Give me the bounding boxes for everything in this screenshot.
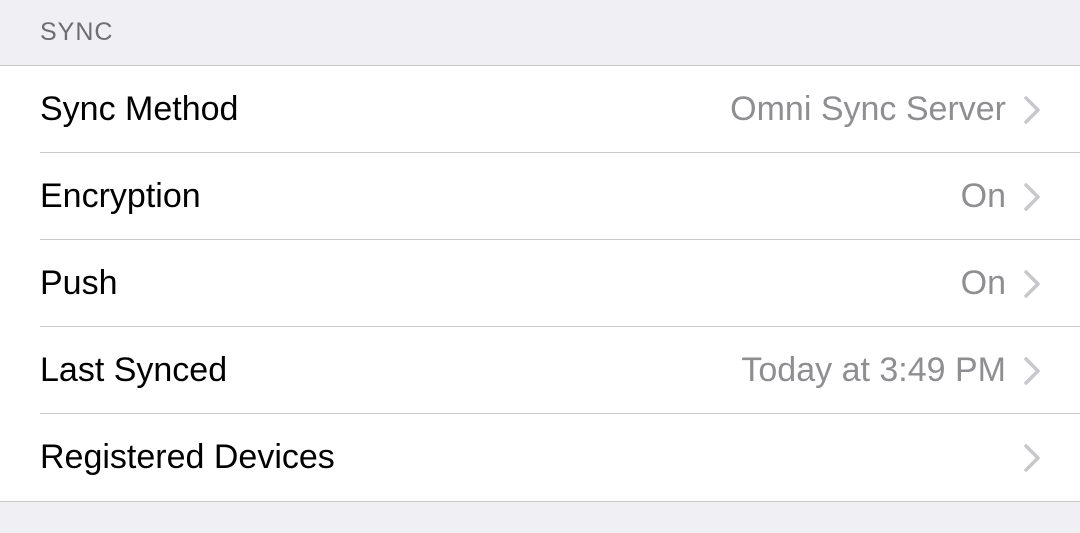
chevron-right-icon	[1024, 357, 1040, 385]
chevron-right-icon	[1024, 183, 1040, 211]
row-label: Registered Devices	[40, 438, 1006, 477]
row-label: Last Synced	[40, 351, 741, 390]
row-registered-devices[interactable]: Registered Devices	[0, 414, 1080, 501]
row-encryption[interactable]: Encryption On	[0, 153, 1080, 240]
chevron-right-icon	[1024, 444, 1040, 472]
section-header-sync: SYNC	[0, 0, 1080, 65]
row-label: Push	[40, 264, 961, 303]
settings-list-sync: Sync Method Omni Sync Server Encryption …	[0, 65, 1080, 502]
row-label: Encryption	[40, 177, 961, 216]
row-value: Today at 3:49 PM	[741, 351, 1006, 390]
row-push[interactable]: Push On	[0, 240, 1080, 327]
chevron-right-icon	[1024, 96, 1040, 124]
row-label: Sync Method	[40, 90, 730, 129]
section-title: SYNC	[40, 18, 113, 46]
row-last-synced[interactable]: Last Synced Today at 3:49 PM	[0, 327, 1080, 414]
row-value: Omni Sync Server	[730, 90, 1006, 129]
chevron-right-icon	[1024, 270, 1040, 298]
row-sync-method[interactable]: Sync Method Omni Sync Server	[0, 66, 1080, 153]
row-value: On	[961, 264, 1006, 303]
row-value: On	[961, 177, 1006, 216]
